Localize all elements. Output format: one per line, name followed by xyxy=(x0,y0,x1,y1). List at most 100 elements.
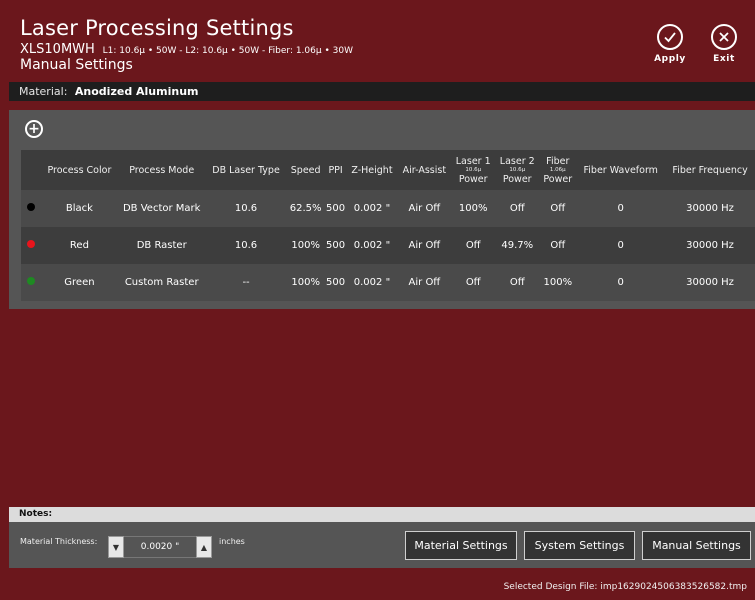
header-fiber-top: Fiber xyxy=(546,155,570,167)
system-settings-button[interactable]: System Settings xyxy=(524,531,635,560)
cell-z-height: 0.002 " xyxy=(346,227,398,264)
header-laser1-top: Laser 1 xyxy=(455,155,491,167)
cell-process-color: Green xyxy=(41,264,118,301)
header-fiber-wave: 1.06μ xyxy=(549,166,566,173)
header-laser2-wave: 10.6μ xyxy=(509,166,526,173)
manual-settings-button[interactable]: Manual Settings xyxy=(642,531,751,560)
header-process-mode: Process Mode xyxy=(117,150,206,190)
status-bar: Selected Design File: imp162902450638352… xyxy=(0,582,747,592)
table-header-row: Process Color Process Mode DB Laser Type… xyxy=(21,150,755,190)
thickness-label: Material Thickness: xyxy=(20,537,98,546)
header-db-laser-type: DB Laser Type xyxy=(205,150,287,190)
color-dot xyxy=(27,203,35,211)
header-laser2-power: Laser 2 10.6μ Power xyxy=(495,150,540,190)
page-title: Laser Processing Settings xyxy=(20,16,294,40)
table-row[interactable]: Red DB Raster 10.6 100% 500 0.002 " Air … xyxy=(21,227,755,264)
header-speed: Speed xyxy=(286,150,325,190)
header: Laser Processing Settings XLS10MWH L1: 1… xyxy=(0,0,755,82)
exit-button[interactable]: Exit xyxy=(697,24,751,70)
apply-label: Apply xyxy=(654,54,686,64)
cell-laser1-power: 100% xyxy=(451,190,496,227)
cell-air-assist: Air Off xyxy=(397,227,452,264)
cell-fiber-power: 100% xyxy=(539,264,577,301)
cell-ppi: 500 xyxy=(324,264,347,301)
cell-laser2-power: 49.7% xyxy=(495,227,540,264)
process-table: Process Color Process Mode DB Laser Type… xyxy=(21,150,755,301)
color-dot xyxy=(27,277,35,285)
material-bar: Material: Anodized Aluminum xyxy=(9,82,755,101)
color-dot xyxy=(27,240,35,248)
header-laser1-power: Laser 1 10.6μ Power xyxy=(451,150,496,190)
color-swatch-cell xyxy=(21,190,41,227)
cell-fiber-power: Off xyxy=(539,190,577,227)
cell-air-assist: Air Off xyxy=(397,264,452,301)
cell-laser1-power: Off xyxy=(451,227,496,264)
color-dot-header xyxy=(21,150,41,190)
cell-fiber-waveform: 0 xyxy=(576,190,666,227)
header-laser1-bottom: Power xyxy=(458,173,488,185)
cell-z-height: 0.002 " xyxy=(346,264,398,301)
table-row[interactable]: Black DB Vector Mark 10.6 62.5% 500 0.00… xyxy=(21,190,755,227)
thickness-value[interactable]: 0.0020 " xyxy=(124,536,196,558)
settings-mode: Manual Settings xyxy=(20,57,133,73)
cell-ppi: 500 xyxy=(324,227,347,264)
header-fiber-power: Fiber 1.06μ Power xyxy=(539,150,577,190)
cell-process-mode: DB Raster xyxy=(117,227,206,264)
header-fiber-bottom: Power xyxy=(543,173,573,185)
machine-info: XLS10MWH L1: 10.6μ • 50W - L2: 10.6μ • 5… xyxy=(20,42,353,57)
header-laser1-wave: 10.6μ xyxy=(465,166,482,173)
cell-db-laser-type: 10.6 xyxy=(205,190,287,227)
cell-process-mode: DB Vector Mark xyxy=(117,190,206,227)
header-process-color: Process Color xyxy=(41,150,118,190)
machine-model: XLS10MWH xyxy=(20,42,95,57)
thickness-stepper[interactable]: ▼ 0.0020 " ▲ xyxy=(108,536,212,558)
close-circle-icon xyxy=(711,24,737,50)
header-ppi: PPI xyxy=(324,150,347,190)
material-value: Anodized Aluminum xyxy=(74,85,199,98)
header-laser2-top: Laser 2 xyxy=(499,155,535,167)
cell-laser2-power: Off xyxy=(495,190,540,227)
cell-fiber-frequency: 30000 Hz xyxy=(665,227,755,264)
plus-circle-icon[interactable]: + xyxy=(25,120,43,138)
cell-speed: 62.5% xyxy=(286,190,325,227)
material-settings-button[interactable]: Material Settings xyxy=(405,531,517,560)
process-panel: + Process Color Process Mode DB Laser Ty… xyxy=(9,110,755,309)
header-air-assist: Air-Assist xyxy=(397,150,452,190)
cell-speed: 100% xyxy=(286,227,325,264)
machine-specs: L1: 10.6μ • 50W - L2: 10.6μ • 50W - Fibe… xyxy=(102,46,353,56)
cell-fiber-frequency: 30000 Hz xyxy=(665,264,755,301)
material-label: Material: xyxy=(19,85,68,98)
decrement-button[interactable]: ▼ xyxy=(108,536,124,558)
cell-ppi: 500 xyxy=(324,190,347,227)
cell-fiber-frequency: 30000 Hz xyxy=(665,190,755,227)
cell-air-assist: Air Off xyxy=(397,190,452,227)
bottom-bar: Material Thickness: ▼ 0.0020 " ▲ inches … xyxy=(9,522,755,568)
apply-button[interactable]: Apply xyxy=(643,24,697,70)
cell-process-color: Red xyxy=(41,227,118,264)
thickness-units: inches xyxy=(219,537,245,546)
cell-fiber-waveform: 0 xyxy=(576,264,666,301)
cell-db-laser-type: 10.6 xyxy=(205,227,287,264)
cell-laser2-power: Off xyxy=(495,264,540,301)
header-z-height: Z-Height xyxy=(346,150,398,190)
color-swatch-cell xyxy=(21,227,41,264)
cell-z-height: 0.002 " xyxy=(346,190,398,227)
cell-db-laser-type: -- xyxy=(205,264,287,301)
color-swatch-cell xyxy=(21,264,41,301)
design-file-label: Selected Design File: xyxy=(503,582,598,592)
cell-process-color: Black xyxy=(41,190,118,227)
table-row[interactable]: Green Custom Raster -- 100% 500 0.002 " … xyxy=(21,264,755,301)
check-circle-icon xyxy=(657,24,683,50)
cell-fiber-power: Off xyxy=(539,227,577,264)
cell-fiber-waveform: 0 xyxy=(576,227,666,264)
header-laser2-bottom: Power xyxy=(502,173,532,185)
header-fiber-frequency: Fiber Frequency xyxy=(665,150,755,190)
cell-process-mode: Custom Raster xyxy=(117,264,206,301)
exit-label: Exit xyxy=(713,54,735,64)
design-file-name: imp1629024506383526582.tmp xyxy=(600,582,747,592)
cell-speed: 100% xyxy=(286,264,325,301)
notes-bar[interactable]: Notes: xyxy=(9,507,755,522)
header-fiber-waveform: Fiber Waveform xyxy=(576,150,666,190)
cell-laser1-power: Off xyxy=(451,264,496,301)
increment-button[interactable]: ▲ xyxy=(196,536,212,558)
